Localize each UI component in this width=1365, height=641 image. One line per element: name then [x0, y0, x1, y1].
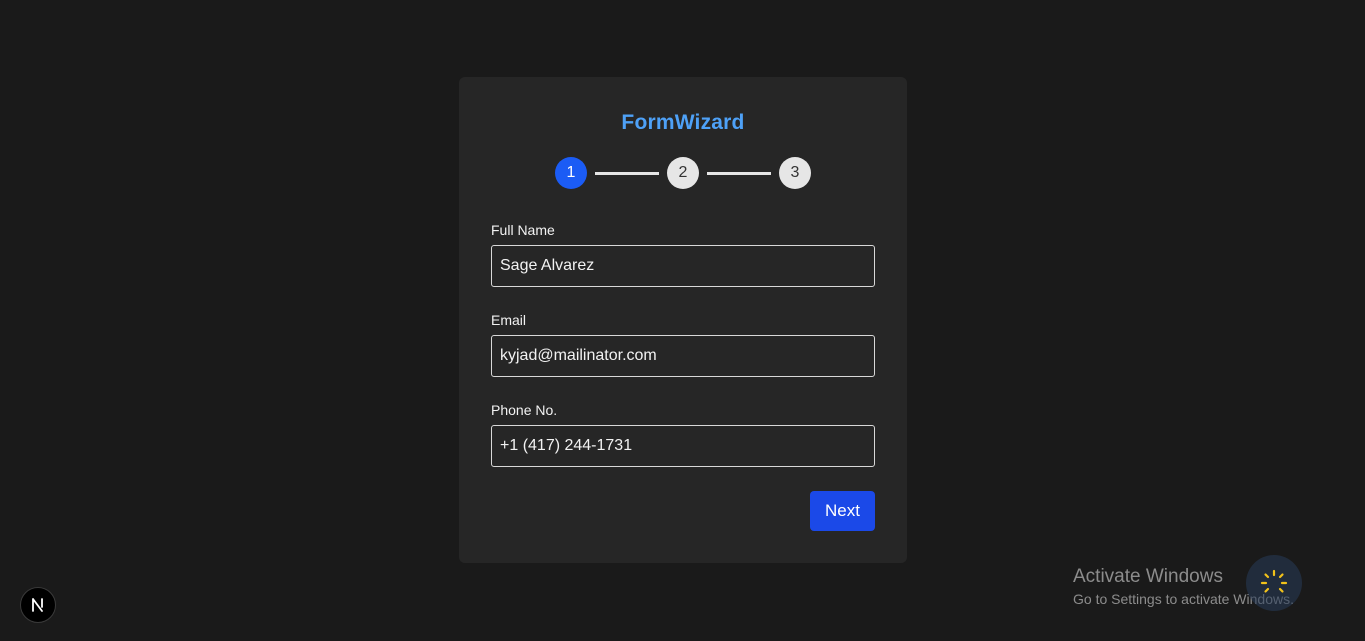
phone-field: Phone No.	[491, 401, 875, 467]
email-field: Email	[491, 311, 875, 377]
next-button[interactable]: Next	[810, 491, 875, 531]
email-label: Email	[491, 312, 527, 328]
step-connector	[595, 171, 659, 175]
nextjs-n-glyph	[32, 598, 43, 612]
step-2: 2	[667, 157, 699, 189]
form-wizard-card: FormWizard 1 2 3 Full Name Email Phone N…	[459, 77, 907, 563]
full-name-field: Full Name	[491, 221, 875, 287]
app-title: FormWizard	[621, 111, 745, 134]
phone-label: Phone No.	[491, 402, 558, 418]
email-input[interactable]	[491, 335, 875, 377]
step-1: 1	[555, 157, 587, 189]
step-connector	[707, 171, 771, 175]
spinner-dots	[1260, 569, 1288, 593]
page: FormWizard 1 2 3 Full Name Email Phone N…	[0, 0, 1365, 641]
step-3: 3	[779, 157, 811, 189]
full-name-input[interactable]	[491, 245, 875, 287]
loading-spinner-icon	[1246, 555, 1302, 611]
full-name-label: Full Name	[491, 222, 555, 238]
phone-input[interactable]	[491, 425, 875, 467]
step-indicator: 1 2 3	[555, 157, 811, 189]
nextjs-n-icon[interactable]	[20, 587, 56, 623]
